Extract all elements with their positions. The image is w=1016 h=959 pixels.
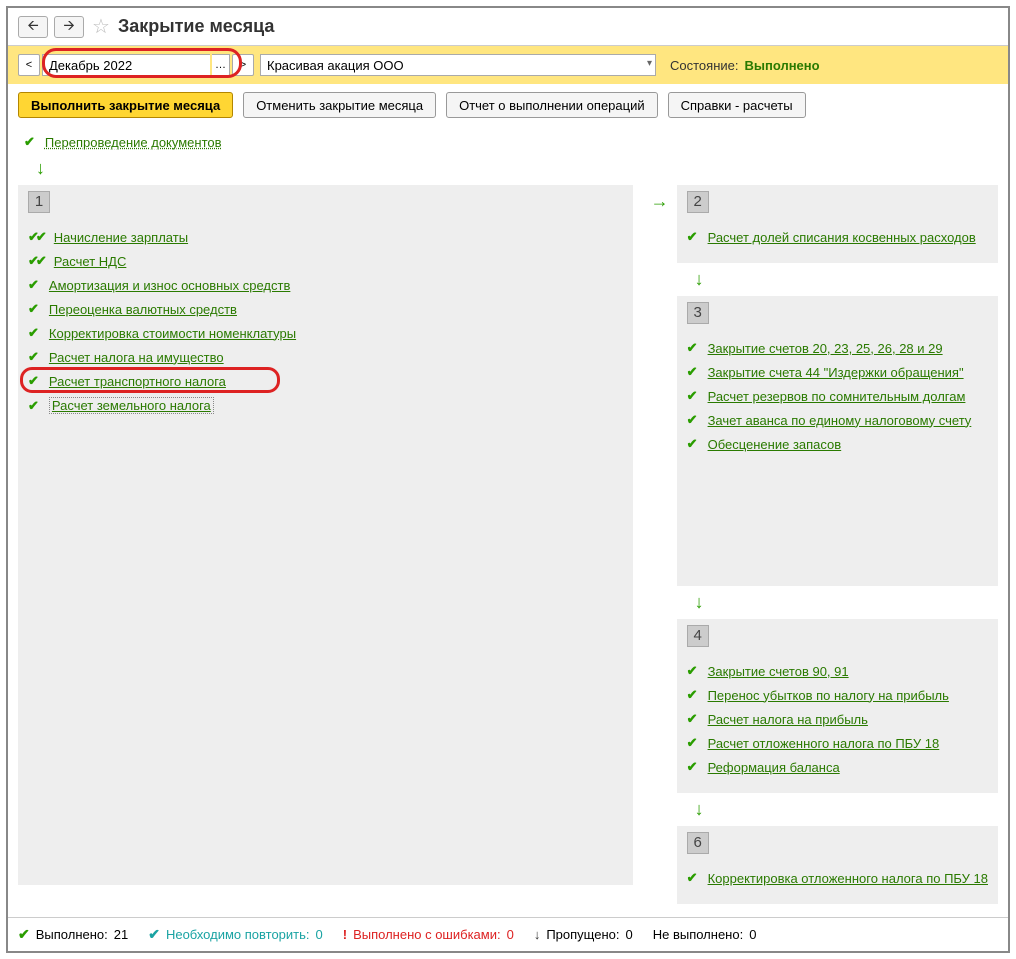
- stage-2-block: 2 ✔ Расчет долей списания косвенных расх…: [677, 185, 998, 263]
- op-link[interactable]: Закрытие счетов 90, 91: [708, 664, 849, 679]
- op-vat: ✔✔ Расчет НДС: [28, 253, 623, 269]
- op-depreciation: ✔ Амортизация и износ основных средств: [28, 277, 623, 293]
- period-input[interactable]: [42, 54, 210, 76]
- op-link[interactable]: Расчет отложенного налога по ПБУ 18: [708, 736, 940, 751]
- stage-1-column: 1 ✔✔ Начисление зарплаты ✔✔ Расчет НДС ✔…: [18, 185, 633, 887]
- stat-skipped: ↓ Пропущено: 0: [534, 927, 633, 942]
- op-link[interactable]: Расчет транспортного налога: [49, 374, 226, 389]
- status-label: Состояние:: [670, 58, 738, 73]
- op-link[interactable]: Расчет НДС: [54, 254, 127, 269]
- stage-6-block: 6 ✔ Корректировка отложенного налога по П…: [677, 826, 998, 904]
- op-payroll: ✔✔ Начисление зарплаты: [28, 229, 623, 245]
- op-link[interactable]: Расчет земельного налога: [49, 397, 214, 414]
- op-link[interactable]: Корректировка отложенного налога по ПБУ …: [708, 871, 988, 886]
- op-land-tax: ✔ Расчет земельного налога: [28, 397, 623, 414]
- check-icon: ✔: [28, 349, 39, 365]
- status-bar: ✔ Выполнено: 21 ✔ Необходимо повторить: …: [8, 917, 1008, 951]
- recheck-icon: ✔: [148, 926, 160, 943]
- stage-4-block: 4 ✔ Закрытие счетов 90, 91 ✔ Перенос убытк…: [677, 619, 998, 793]
- action-toolbar: Выполнить закрытие месяца Отменить закры…: [8, 84, 1008, 126]
- op-link[interactable]: Расчет налога на прибыль: [708, 712, 868, 727]
- skip-arrow-icon: ↓: [534, 927, 541, 942]
- favorite-star-icon[interactable]: ☆: [92, 14, 110, 39]
- right-stages: → 2 ✔ Расчет долей списания косвенных ра…: [651, 185, 998, 906]
- check-icon: ✔: [687, 735, 698, 751]
- repost-documents-link[interactable]: Перепроведение документов: [45, 135, 222, 150]
- stat-errors: ! Выполнено с ошибками: 0: [343, 927, 514, 942]
- arrow-down-icon: ↓: [695, 592, 998, 613]
- forward-button[interactable]: 🡪: [54, 16, 84, 38]
- op-link[interactable]: Корректировка стоимости номенклатуры: [49, 326, 296, 341]
- content-area: ✔ Перепроведение документов ↓ 1 ✔✔ Начис…: [8, 126, 1008, 917]
- op-transport-tax: ✔ Расчет транспортного налога: [28, 373, 623, 389]
- stage-3-block: 3 ✔ Закрытие счетов 20, 23, 25, 26, 28 и …: [677, 296, 998, 586]
- check-icon: ✔: [18, 926, 30, 943]
- op-link[interactable]: Начисление зарплаты: [54, 230, 188, 245]
- arrow-down-icon: ↓: [36, 158, 998, 179]
- back-button[interactable]: 🡨: [18, 16, 48, 38]
- arrow-down-icon: ↓: [695, 269, 998, 290]
- op-property-tax: ✔ Расчет налога на имущество: [28, 349, 623, 365]
- period-choose-button[interactable]: …: [212, 54, 230, 76]
- stage-6-number: 6: [687, 832, 709, 854]
- check-icon: ✔: [687, 412, 698, 428]
- stage-2-number: 2: [687, 191, 709, 213]
- op-link[interactable]: Амортизация и износ основных средств: [49, 278, 290, 293]
- organization-select[interactable]: [260, 54, 656, 76]
- main-window: 🡨 🡪 ☆ Закрытие месяца < … > ▾ Состояние:…: [6, 6, 1010, 953]
- op-link[interactable]: Зачет аванса по единому налоговому счету: [708, 413, 972, 428]
- check-icon: ✔: [687, 229, 698, 245]
- op-link[interactable]: Обесценение запасов: [708, 437, 842, 452]
- operations-report-button[interactable]: Отчет о выполнении операций: [446, 92, 658, 118]
- check-icon: ✔: [687, 340, 698, 356]
- op-link[interactable]: Закрытие счетов 20, 23, 25, 26, 28 и 29: [708, 341, 943, 356]
- op-currency-revaluation: ✔ Переоценка валютных средств: [28, 301, 623, 317]
- check-icon: ✔: [687, 759, 698, 775]
- check-icon: ✔: [28, 277, 39, 293]
- stat-done: ✔ Выполнено: 21: [18, 926, 128, 943]
- check-icon: ✔: [28, 301, 39, 317]
- page-title: Закрытие месяца: [118, 16, 274, 37]
- op-link[interactable]: Расчет долей списания косвенных расходов: [708, 230, 976, 245]
- stage-1-number: 1: [28, 191, 50, 213]
- op-link[interactable]: Реформация баланса: [708, 760, 840, 775]
- check-icon: ✔: [687, 663, 698, 679]
- period-next-button[interactable]: >: [232, 54, 254, 76]
- stage-3-number: 3: [687, 302, 709, 324]
- execute-close-button[interactable]: Выполнить закрытие месяца: [18, 92, 233, 118]
- op-link[interactable]: Переоценка валютных средств: [49, 302, 237, 317]
- op-cost-correction: ✔ Корректировка стоимости номенклатуры: [28, 325, 623, 341]
- check-icon: ✔: [687, 687, 698, 703]
- check-icon: ✔: [28, 398, 39, 414]
- titlebar: 🡨 🡪 ☆ Закрытие месяца: [8, 8, 1008, 46]
- period-prev-button[interactable]: <: [18, 54, 40, 76]
- period-picker: < … >: [18, 54, 254, 76]
- arrow-right-icon: →: [651, 191, 669, 212]
- check-icon: ✔: [687, 436, 698, 452]
- check-icon: ✔: [687, 870, 698, 886]
- check-icon: ✔: [687, 711, 698, 727]
- pre-operation: ✔ Перепроведение документов: [24, 134, 998, 150]
- filter-toolbar: < … > ▾ Состояние: Выполнено: [8, 46, 1008, 84]
- error-icon: !: [343, 927, 347, 942]
- arrow-down-icon: ↓: [695, 799, 998, 820]
- check-icon: ✔: [687, 388, 698, 404]
- check-icon: ✔: [28, 325, 39, 341]
- stat-repeat: ✔ Необходимо повторить: 0: [148, 926, 323, 943]
- references-button[interactable]: Справки - расчеты: [668, 92, 806, 118]
- cancel-close-button[interactable]: Отменить закрытие месяца: [243, 92, 436, 118]
- op-link[interactable]: Перенос убытков по налогу на прибыль: [708, 688, 949, 703]
- double-check-icon: ✔✔: [28, 229, 44, 245]
- check-icon: ✔: [687, 364, 698, 380]
- check-icon: ✔: [28, 373, 39, 389]
- stage-1-block: 1 ✔✔ Начисление зарплаты ✔✔ Расчет НДС ✔…: [18, 185, 633, 885]
- op-link[interactable]: Закрытие счета 44 "Издержки обращения": [708, 365, 964, 380]
- check-icon: ✔: [24, 134, 35, 150]
- status-value: Выполнено: [744, 58, 819, 73]
- op-link[interactable]: Расчет налога на имущество: [49, 350, 224, 365]
- stage-4-number: 4: [687, 625, 709, 647]
- stat-notdone: Не выполнено: 0: [653, 927, 757, 942]
- op-link[interactable]: Расчет резервов по сомнительным долгам: [708, 389, 966, 404]
- double-check-icon: ✔✔: [28, 253, 44, 269]
